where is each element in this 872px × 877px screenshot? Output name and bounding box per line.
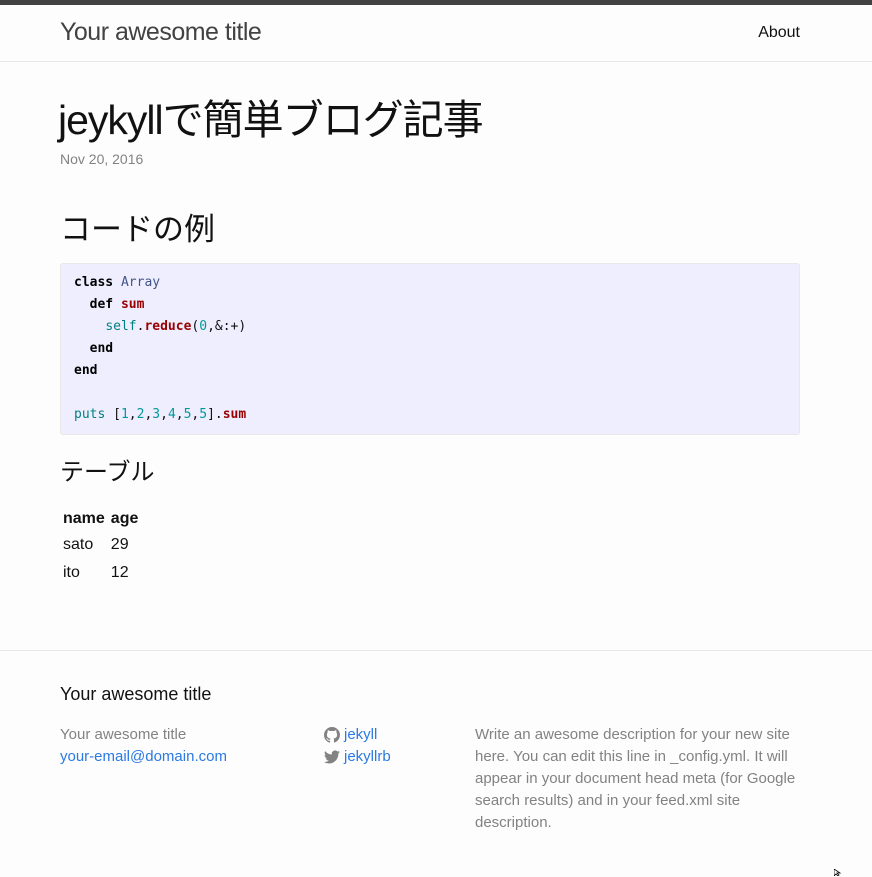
code-line-4: end — [74, 339, 113, 359]
code-puts: puts — [74, 407, 106, 422]
post-title: jeykyllで簡単ブログ記事 — [58, 97, 484, 143]
github-link[interactable]: jekyll — [344, 724, 377, 746]
code-keyword: class — [74, 275, 114, 290]
table-header-row: name age — [60, 507, 141, 531]
code-method-call: reduce — [144, 319, 192, 334]
post-date: Nov 20, 2016 — [60, 151, 144, 167]
footer-email-link[interactable]: your-email@domain.com — [60, 748, 227, 765]
table-row: ito 12 — [60, 559, 141, 587]
code-line-5: end — [74, 361, 97, 381]
table-cell: 29 — [110, 536, 129, 553]
code-line-7: puts [1,2,3,4,5,5].sum — [74, 407, 247, 422]
mouse-cursor-icon — [834, 869, 842, 876]
code-number: 4 — [167, 407, 176, 422]
code-line-1: class Array — [74, 273, 160, 293]
code-block: class Array def sum self.reduce(0,&:+) e… — [60, 263, 800, 435]
code-keyword: def — [89, 297, 114, 312]
column-header-name: name — [63, 510, 105, 527]
code-class-name: Array — [120, 275, 161, 290]
footer-site-name: Your awesome title — [60, 726, 187, 743]
twitter-link[interactable]: jekyllrb — [344, 746, 391, 768]
code-line-3: self.reduce(0,&:+) — [74, 317, 246, 337]
code-bracket: ] — [207, 407, 215, 422]
code-number: 1 — [120, 407, 129, 422]
github-icon — [324, 727, 340, 743]
code-number: 5 — [199, 407, 208, 422]
table-cell: sato — [63, 536, 94, 553]
site-description: Write an awesome description for your ne… — [475, 726, 796, 831]
code-method-name: sum — [120, 297, 145, 312]
code-method-call: sum — [222, 407, 247, 422]
code-args: ,&:+) — [207, 319, 247, 334]
table-row: sato 29 — [60, 531, 141, 559]
column-header-age: age — [110, 510, 139, 527]
code-keyword: end — [74, 363, 98, 378]
footer-contact-list: Your awesome title your-email@domain.com — [60, 724, 227, 768]
section-heading-table: テーブル — [60, 459, 155, 486]
code-number: 0 — [199, 319, 208, 334]
code-keyword: end — [89, 341, 114, 356]
code-line-2: def sum — [74, 295, 145, 315]
code-bracket: [ — [113, 407, 121, 422]
footer-heading: Your awesome title — [60, 684, 212, 704]
section-heading-code: コードの例 — [60, 212, 215, 247]
table-cell: 12 — [110, 564, 129, 581]
code-number: 3 — [152, 407, 161, 422]
twitter-icon — [324, 750, 340, 764]
code-self: self — [105, 319, 137, 334]
data-table: name age sato 29 ito 12 — [60, 507, 141, 587]
twitter-link-row[interactable]: jekyllrb — [324, 746, 391, 768]
site-header: Your awesome title About — [0, 5, 872, 62]
code-dot: . — [214, 407, 223, 422]
github-link-row[interactable]: jekyll — [324, 724, 391, 746]
nav-about-link[interactable]: About — [758, 24, 800, 42]
footer-social-list: jekyll jekyllrb — [324, 724, 391, 768]
site-title-link[interactable]: Your awesome title — [60, 18, 262, 47]
table-cell: ito — [63, 564, 80, 581]
